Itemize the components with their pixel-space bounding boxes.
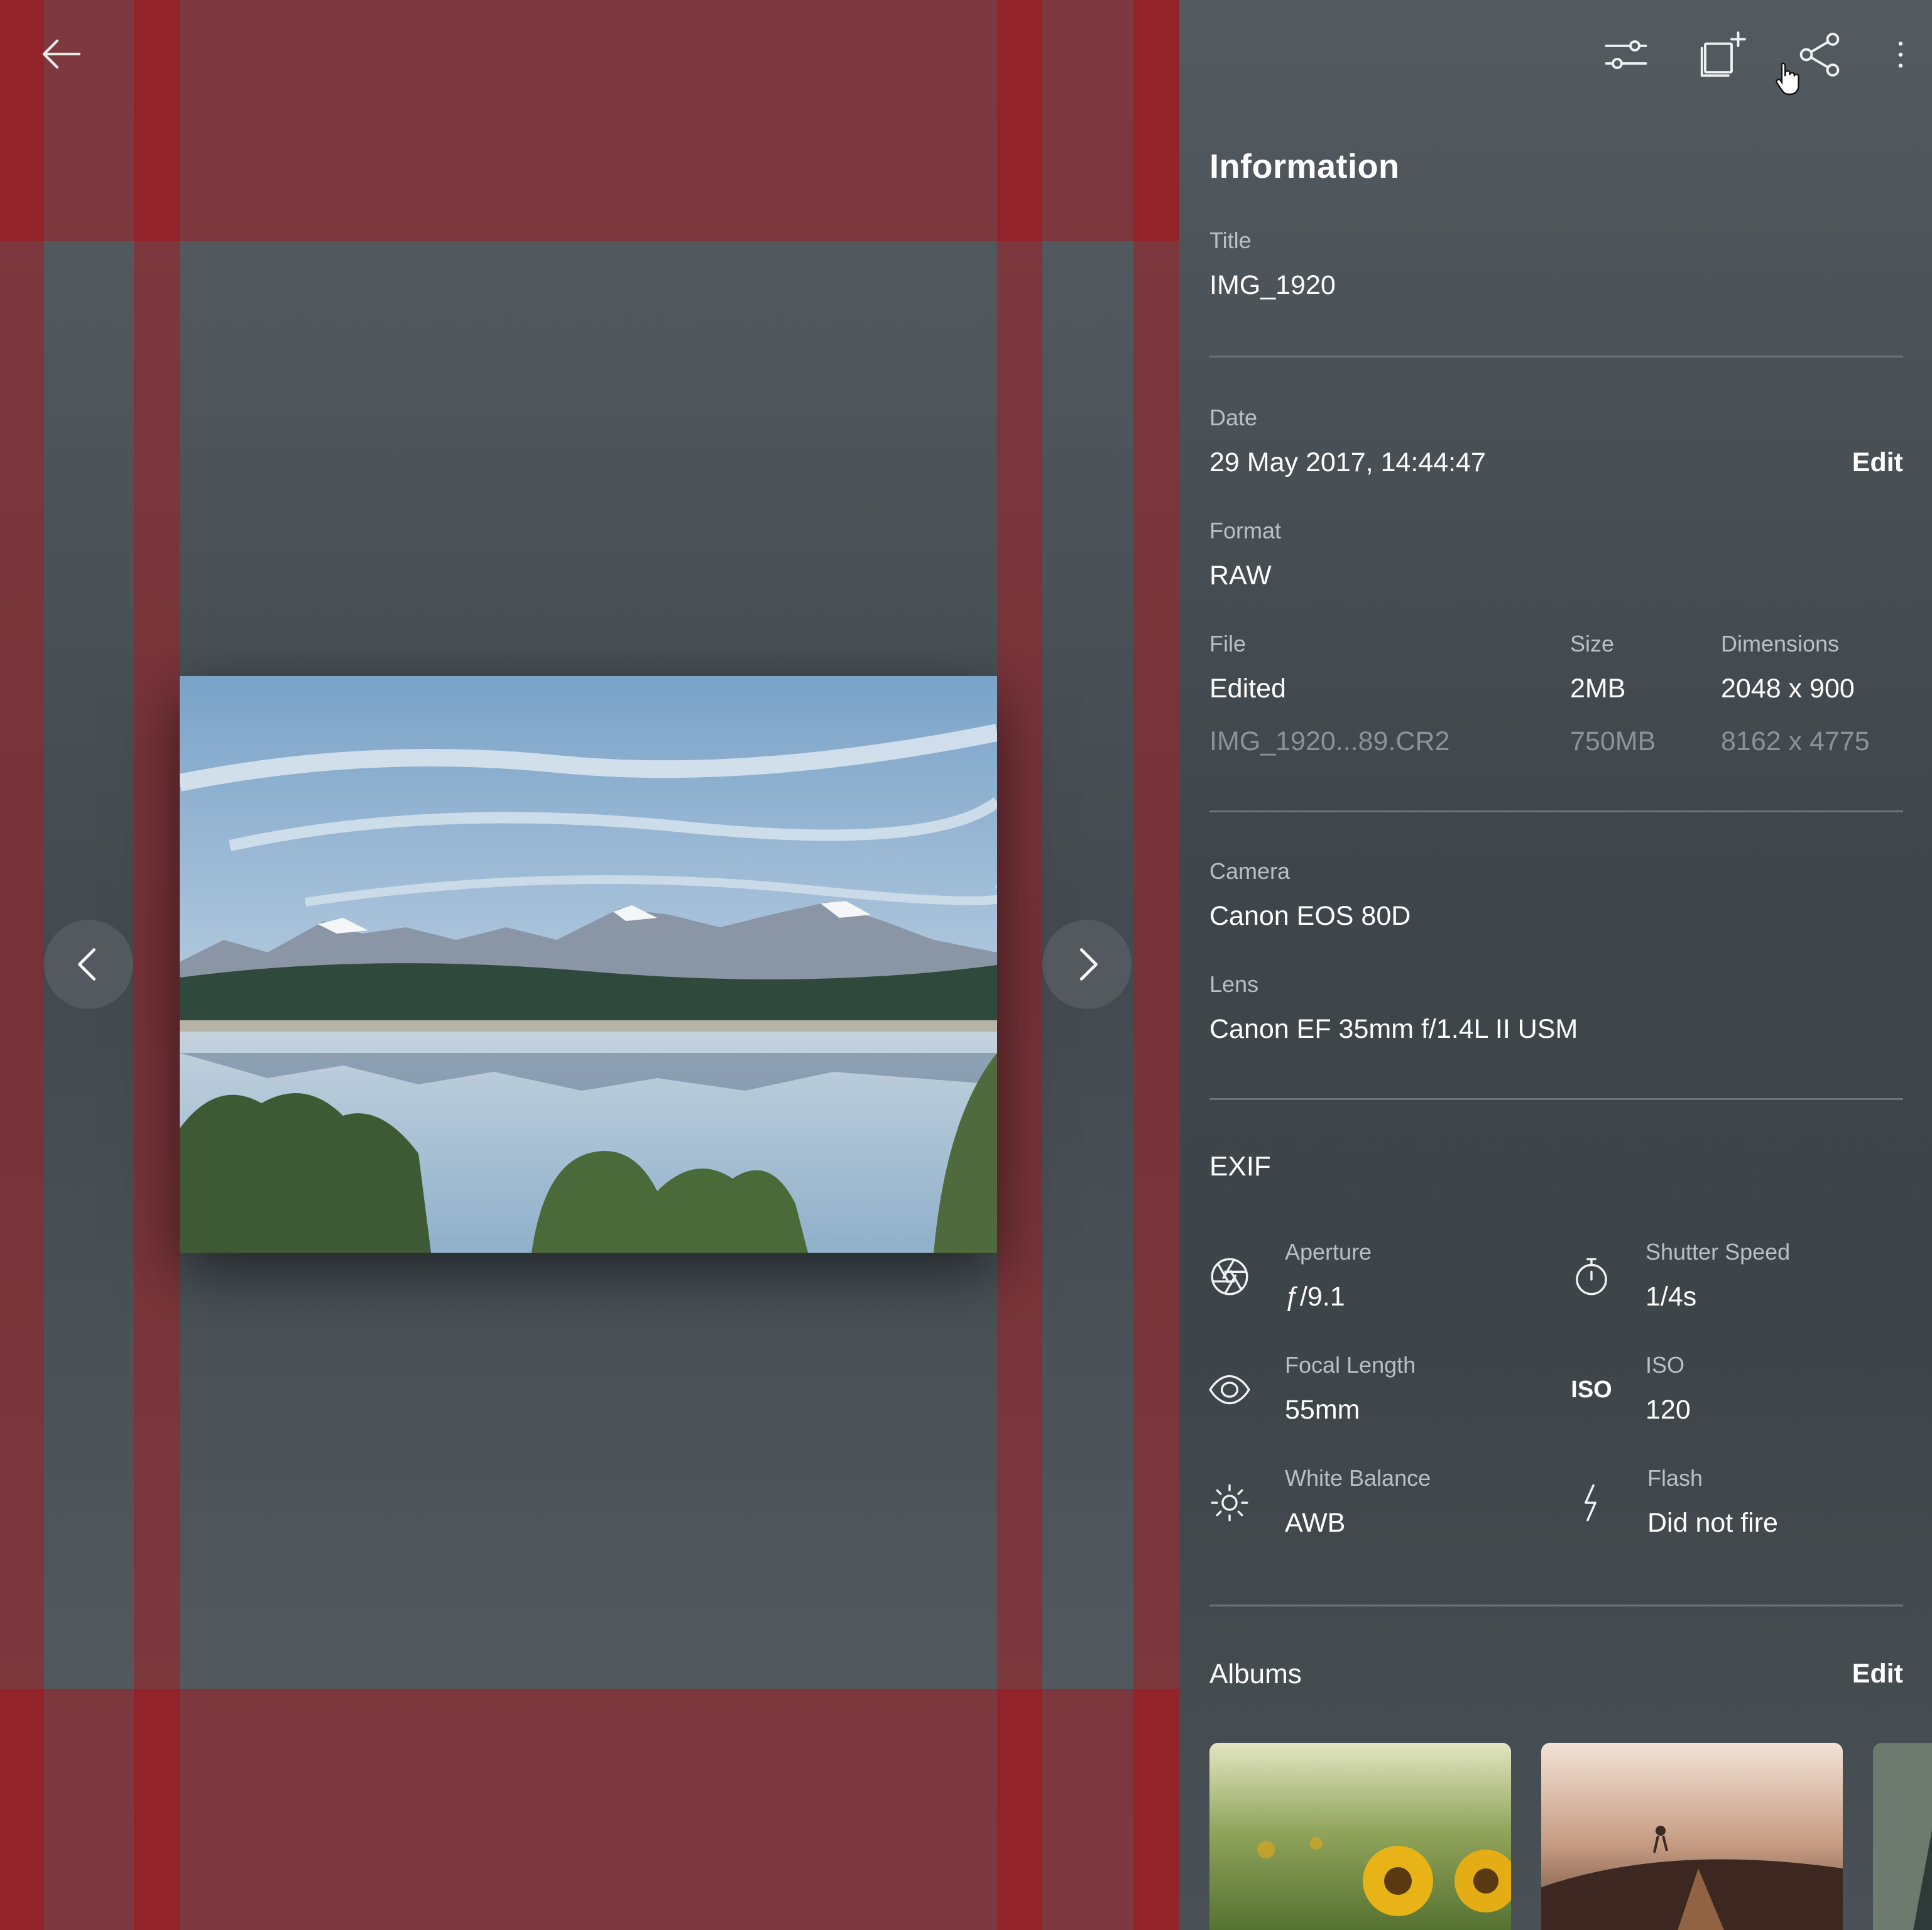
divider-2 <box>1209 810 1903 812</box>
format-label: Format <box>1209 518 1282 543</box>
stopwatch-icon <box>1576 1258 1607 1295</box>
guide-column-right-outer <box>1133 241 1179 1689</box>
lens-label: Lens <box>1209 971 1259 997</box>
file-edited-dimensions: 2048 x 900 <box>1721 673 1855 704</box>
divider-1 <box>1209 356 1903 357</box>
flash-icon-wrap <box>1568 1479 1615 1527</box>
guide-stripe-3 <box>997 0 1042 241</box>
previous-photo-button[interactable] <box>44 920 133 1009</box>
date-label: Date <box>1209 405 1258 430</box>
more-options-button[interactable] <box>1882 20 1919 89</box>
white-balance-label: White Balance <box>1285 1465 1431 1491</box>
adjust-button[interactable] <box>1591 20 1661 89</box>
title-label: Title <box>1209 227 1252 253</box>
focal-icon-wrap <box>1206 1366 1253 1414</box>
next-photo-button[interactable] <box>1042 920 1132 1009</box>
album-thumbnail-desert[interactable] <box>1541 1743 1843 1930</box>
iso-label: ISO <box>1645 1352 1685 1378</box>
title-value[interactable]: IMG_1920 <box>1209 270 1336 301</box>
add-to-album-icon <box>1700 31 1746 77</box>
iso-icon-text: ISO <box>1571 1376 1612 1403</box>
wb-icon-wrap <box>1206 1479 1253 1527</box>
guide-stripe-6 <box>134 1689 180 1930</box>
arrow-left-icon <box>42 39 81 69</box>
flash-label: Flash <box>1647 1465 1703 1491</box>
information-heading: Information <box>1209 148 1400 185</box>
guide-stripe-7 <box>997 1689 1042 1930</box>
file-label: File <box>1209 631 1247 657</box>
white-balance-value: AWB <box>1285 1508 1346 1538</box>
more-vertical-icon <box>1898 41 1903 68</box>
sliders-icon <box>1605 40 1647 69</box>
guide-stripe-4 <box>1133 0 1179 241</box>
camera-value: Canon EOS 80D <box>1209 901 1411 931</box>
album-thumbnail-partial[interactable] <box>1873 1743 1932 1930</box>
aperture-icon <box>1211 1258 1248 1295</box>
file-original-dimensions: 8162 x 4775 <box>1721 726 1870 756</box>
album-thumbnail-sunflowers[interactable] <box>1209 1743 1511 1930</box>
file-edited-size: 2MB <box>1570 673 1626 704</box>
guide-stripe-5 <box>0 1689 44 1930</box>
shutter-value: 1/4s <box>1645 1282 1697 1312</box>
add-to-album-button[interactable] <box>1688 20 1757 89</box>
focal-length-label: Focal Length <box>1285 1352 1416 1378</box>
exif-heading: EXIF <box>1209 1151 1271 1182</box>
chevron-right-icon <box>1079 948 1098 981</box>
eye-icon <box>1209 1375 1250 1405</box>
iso-icon: ISO <box>1568 1366 1615 1414</box>
flash-icon <box>1585 1484 1596 1522</box>
divider-4 <box>1209 1605 1903 1606</box>
info-panel: Information Title IMG_1920 Date 29 May 2… <box>1179 0 1932 1930</box>
lens-value: Canon EF 35mm f/1.4L II USM <box>1209 1014 1578 1044</box>
guide-column-left-inner <box>134 241 180 1689</box>
top-toolbar <box>1564 20 1919 89</box>
format-value: RAW <box>1209 560 1272 591</box>
chevron-left-icon <box>78 948 96 981</box>
dimensions-label: Dimensions <box>1721 631 1840 657</box>
back-button[interactable] <box>33 25 90 83</box>
date-edit-button[interactable]: Edit <box>1852 447 1903 478</box>
albums-heading: Albums <box>1209 1659 1302 1689</box>
hand-cursor-icon <box>1776 62 1799 95</box>
shutter-icon-wrap <box>1568 1253 1615 1300</box>
camera-label: Camera <box>1209 858 1291 884</box>
size-label: Size <box>1570 631 1615 657</box>
guide-stripe-8 <box>1133 1689 1179 1930</box>
aperture-label: Aperture <box>1285 1239 1372 1265</box>
sun-icon <box>1211 1484 1248 1522</box>
aperture-icon-wrap <box>1206 1253 1253 1300</box>
focal-length-value: 55mm <box>1285 1395 1360 1425</box>
iso-value: 120 <box>1645 1395 1691 1425</box>
guide-column-right-inner <box>997 241 1042 1689</box>
date-value: 29 May 2017, 14:44:47 <box>1209 447 1486 477</box>
aperture-value: ƒ/9.1 <box>1285 1282 1345 1312</box>
divider-3 <box>1209 1098 1903 1100</box>
file-original-name: IMG_1920...89.CR2 <box>1209 726 1450 756</box>
file-edited-name: Edited <box>1209 673 1286 704</box>
flash-value: Did not fire <box>1647 1508 1778 1538</box>
guide-stripe-2 <box>134 0 180 241</box>
file-original-size: 750MB <box>1570 726 1656 756</box>
shutter-label: Shutter Speed <box>1645 1239 1791 1265</box>
photo-viewer <box>0 0 1179 1930</box>
guide-column-left-outer <box>0 241 44 1689</box>
albums-edit-button[interactable]: Edit <box>1852 1659 1903 1689</box>
main-photo <box>180 676 997 1253</box>
